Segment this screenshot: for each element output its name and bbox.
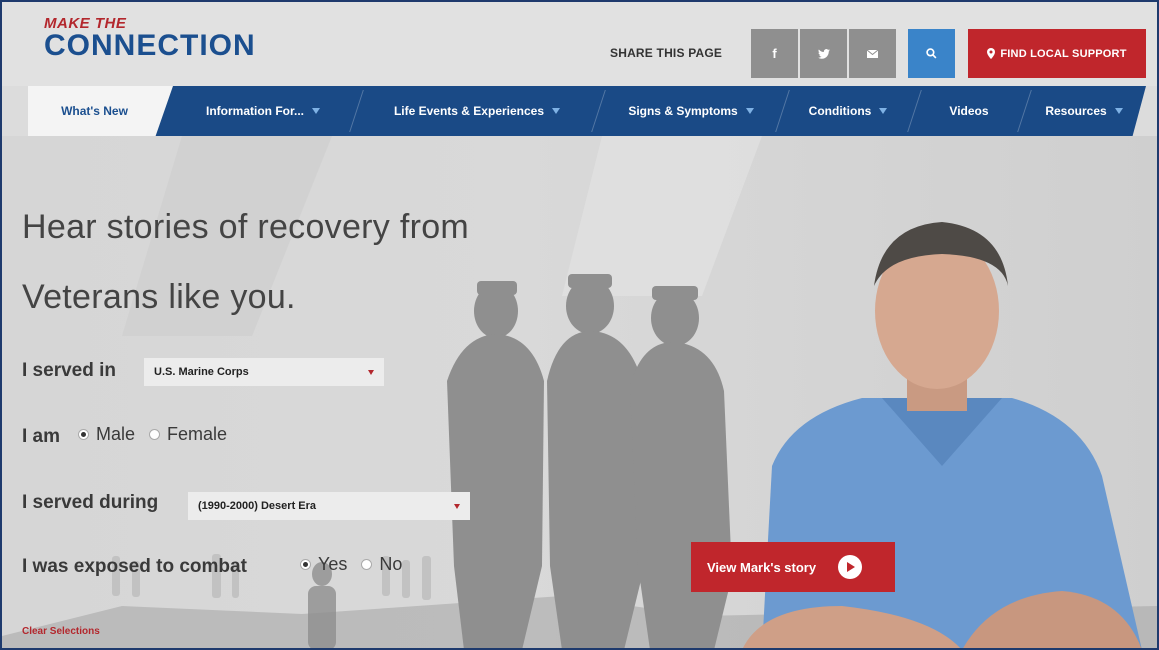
nav-item-label: What's New [61, 104, 128, 118]
chevron-down-icon [312, 108, 320, 114]
female-radio[interactable] [149, 429, 161, 440]
twitter-icon [817, 48, 830, 59]
map-pin-icon [987, 48, 996, 59]
view-story-label: View Mark's story [707, 559, 817, 575]
chevron-down-icon [368, 370, 374, 375]
chevron-down-icon [879, 108, 888, 114]
served-during-label: I served during [22, 492, 159, 513]
served-during-value: (1990-2000) Desert Era [198, 500, 317, 512]
nav-item-label: Resources [1045, 104, 1107, 118]
facebook-share-button[interactable]: f [751, 29, 798, 78]
nav-item-videos[interactable]: Videos [918, 86, 1020, 136]
twitter-share-button[interactable] [800, 29, 847, 78]
find-local-support-label: FIND LOCAL SUPPORT [1000, 47, 1127, 60]
served-in-select[interactable]: U.S. Marine Corps [144, 358, 384, 386]
view-story-button[interactable]: View Mark's story [691, 542, 895, 592]
nav-item-label: Videos [949, 104, 989, 118]
logo-wordmark: CONNECTION [44, 29, 256, 62]
served-in-value: U.S. Marine Corps [154, 366, 249, 378]
nav-item-label: Information For... [206, 104, 304, 118]
share-label: SHARE THIS PAGE [610, 46, 723, 60]
served-in-label: I served in [22, 360, 116, 381]
hero-headline-line-1: Hear stories of recovery from [22, 208, 470, 246]
nav-item-label: Life Events & Experiences [393, 104, 545, 118]
main-nav: What's New Information For... Life Event… [28, 86, 1146, 136]
combat-no-label: No [379, 554, 403, 574]
nav-item-life-events[interactable]: Life Events & Experiences [363, 86, 591, 136]
combat-label: I was exposed to combat [22, 556, 247, 577]
chevron-down-icon [745, 108, 754, 114]
nav-item-signs-symptoms[interactable]: Signs & Symptoms [606, 86, 776, 136]
i-am-label: I am [22, 426, 61, 447]
male-radio[interactable] [78, 429, 89, 440]
served-during-select[interactable]: (1990-2000) Desert Era [188, 492, 470, 520]
chevron-down-icon [454, 504, 460, 509]
site-header: MAKE THE CONNECTION SHARE THIS PAGE f FI… [2, 2, 1157, 86]
female-label: Female [167, 424, 228, 444]
find-local-support-button[interactable]: FIND LOCAL SUPPORT [968, 29, 1146, 78]
hero-section: Hear stories of recovery from Veterans l… [2, 136, 1157, 648]
clear-selections-link[interactable]: Clear Selections [22, 626, 100, 637]
gender-radio-group: Male Female [78, 424, 227, 445]
combat-radio-group: Yes No [300, 554, 402, 575]
nav-item-conditions[interactable]: Conditions [788, 86, 908, 136]
nav-item-whats-new[interactable]: What's New [28, 86, 161, 136]
combat-no-radio[interactable] [361, 559, 373, 570]
play-icon [838, 555, 863, 579]
search-icon [926, 48, 937, 59]
nav-item-label: Conditions [808, 104, 872, 118]
hero-headline-line-2: Veterans like you. [22, 278, 296, 316]
site-logo[interactable]: MAKE THE CONNECTION [44, 16, 256, 61]
combat-yes-radio[interactable] [300, 559, 311, 570]
facebook-icon: f [772, 46, 777, 61]
email-icon [867, 49, 878, 58]
chevron-down-icon [552, 108, 561, 114]
chevron-down-icon [1114, 108, 1123, 114]
nav-item-information-for[interactable]: Information For... [178, 86, 348, 136]
combat-yes-label: Yes [318, 554, 348, 574]
male-label: Male [96, 424, 136, 444]
nav-item-label: Signs & Symptoms [628, 104, 738, 118]
search-button[interactable] [908, 29, 955, 78]
email-share-button[interactable] [849, 29, 896, 78]
page-frame: MAKE THE CONNECTION SHARE THIS PAGE f FI… [0, 0, 1159, 650]
nav-item-resources[interactable]: Resources [1028, 86, 1140, 136]
